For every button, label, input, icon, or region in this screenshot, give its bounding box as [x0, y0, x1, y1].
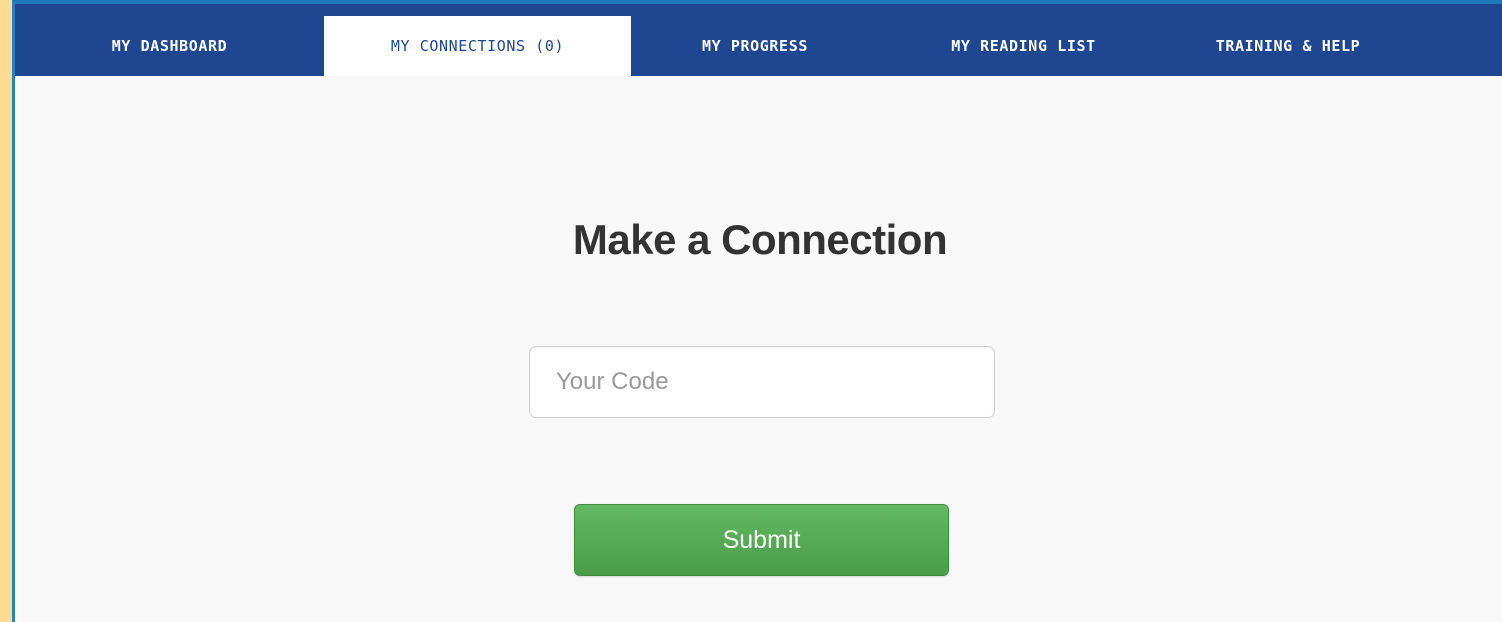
tab-my-dashboard[interactable]: MY DASHBOARD: [15, 16, 324, 76]
submit-button[interactable]: Submit: [574, 504, 949, 576]
connection-panel: Make a Connection Submit: [15, 76, 1502, 622]
main-nav: MY DASHBOARD MY CONNECTIONS (0) MY PROGR…: [15, 4, 1502, 76]
tab-my-progress[interactable]: MY PROGRESS: [631, 16, 879, 76]
page-title: Make a Connection: [572, 216, 948, 263]
tab-training-help[interactable]: TRAINING & HELP: [1168, 16, 1408, 76]
tab-my-connections[interactable]: MY CONNECTIONS (0): [324, 16, 631, 76]
code-input[interactable]: [529, 346, 995, 418]
app-frame: MY DASHBOARD MY CONNECTIONS (0) MY PROGR…: [12, 0, 1502, 622]
tab-my-reading-list[interactable]: MY READING LIST: [879, 16, 1168, 76]
